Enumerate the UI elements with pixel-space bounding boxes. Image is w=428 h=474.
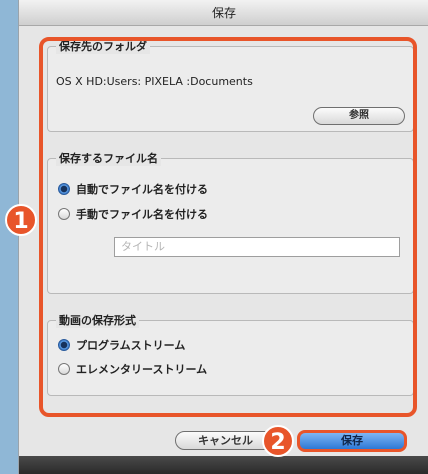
save-button[interactable]: 保存 bbox=[297, 430, 407, 452]
dialog-bottom-strip bbox=[19, 456, 428, 474]
dialog-title: 保存 bbox=[19, 0, 428, 26]
callout-badge-2: 2 bbox=[262, 425, 294, 457]
callout-frame bbox=[39, 37, 417, 417]
callout-badge-1: 1 bbox=[5, 204, 37, 236]
